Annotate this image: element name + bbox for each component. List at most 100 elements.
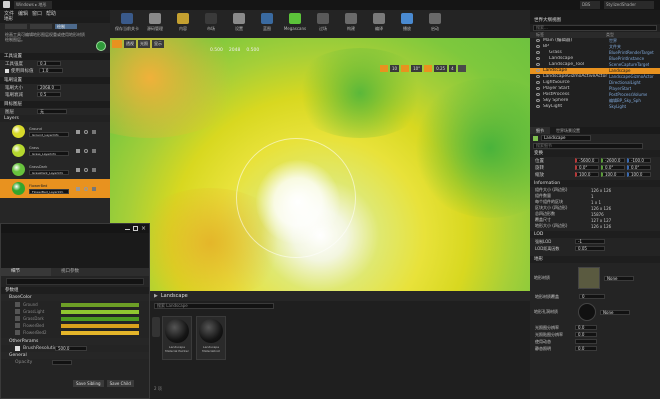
layer-info-asset[interactable]: FlowerBed_LayerInfo	[29, 188, 69, 194]
layer-browse-icon[interactable]	[76, 129, 80, 134]
tool-strength-input[interactable]: 0.3	[37, 61, 61, 66]
maximize-icon[interactable]	[132, 226, 138, 231]
lod-input[interactable]: -1	[575, 239, 605, 244]
paint-mode-button[interactable]: 绘制	[55, 24, 77, 29]
asset-tile[interactable]: Landscape Material Painter	[162, 316, 192, 360]
general-group-header[interactable]: General	[1, 352, 149, 359]
level-viewport[interactable]: 透视 光照 显示 0.500 2048 0.500 10 10° 0.25 4	[110, 38, 530, 291]
visibility-eye-icon[interactable]	[536, 93, 540, 96]
layer-delete-icon[interactable]	[92, 186, 96, 191]
viewport-options-icon[interactable]	[112, 40, 122, 48]
detail-input[interactable]: 0.0	[575, 325, 597, 330]
basecolor-group-header[interactable]: BaseColor	[1, 294, 149, 301]
layer-find-icon[interactable]	[84, 186, 88, 191]
toolbar-button-6[interactable]: Megascans	[282, 10, 308, 36]
layer-find-icon[interactable]	[84, 167, 88, 172]
transform-header[interactable]: 变换	[530, 150, 660, 157]
toolbar-button-2[interactable]: 内容	[170, 10, 196, 36]
information-header[interactable]: Information	[530, 180, 660, 187]
material-override-input[interactable]: 0	[579, 294, 605, 299]
save-child-button[interactable]: Save Child	[106, 380, 134, 387]
asset-tile[interactable]: Landscape MaterialInst	[196, 316, 226, 360]
manage-mode-button[interactable]	[5, 24, 27, 29]
window-tab[interactable]: Windows ▸ 地形	[14, 1, 52, 9]
layer-item[interactable]: FlowerBed FlowerBed_LayerInfo	[0, 179, 110, 198]
transform-x-input[interactable]: 100.0	[575, 172, 599, 177]
outliner-search-input[interactable]: 搜索...	[533, 25, 657, 31]
layer-browse-icon[interactable]	[76, 167, 80, 172]
param-checkbox[interactable]	[15, 316, 20, 321]
visibility-eye-icon[interactable]	[536, 51, 540, 54]
visibility-eye-icon[interactable]	[536, 39, 540, 42]
param-color-swatch[interactable]	[61, 330, 139, 335]
grid-snap-value[interactable]: 10	[390, 65, 400, 72]
layer-info-asset[interactable]: Grass_LayerInfo	[29, 150, 69, 156]
sculpt-mode-button[interactable]	[30, 24, 52, 29]
outliner-row[interactable]: SkyLight SkyLight	[530, 104, 660, 110]
hole-material-thumbnail[interactable]	[578, 303, 596, 321]
brush-settings-header[interactable]: 笔刷设置	[0, 77, 110, 84]
content-path[interactable]: Landscape	[161, 293, 188, 299]
layer-dropdown[interactable]: 无	[37, 109, 67, 114]
menu-edit[interactable]: 编辑	[18, 10, 28, 17]
layer-find-icon[interactable]	[84, 148, 88, 153]
target-layers-header[interactable]: 目标图层	[0, 101, 110, 108]
transform-z-input[interactable]: 100.0	[627, 172, 651, 177]
visibility-eye-icon[interactable]	[536, 81, 540, 84]
tab-details[interactable]: 细节	[1, 268, 51, 276]
param-groups-header[interactable]: 参数组	[1, 287, 149, 294]
visibility-eye-icon[interactable]	[536, 105, 540, 108]
transform-z-input[interactable]: -100.0	[627, 158, 651, 163]
layer-item[interactable]: Ground Ground_LayerInfo	[0, 122, 110, 141]
target-value-input[interactable]: 1.0	[39, 68, 63, 73]
layer-item[interactable]: Grass Grass_LayerInfo	[0, 141, 110, 160]
params-search-input[interactable]	[6, 278, 144, 285]
layer-info-asset[interactable]: GrassDark_LayerInfo	[29, 169, 69, 175]
transform-z-input[interactable]: 0.0°	[627, 165, 651, 170]
brush-resolution-checkbox[interactable]	[15, 346, 20, 351]
layer-info-asset[interactable]: Ground_LayerInfo	[29, 131, 69, 137]
layer-delete-icon[interactable]	[92, 148, 96, 153]
project-tab-shader[interactable]: StylizedShader	[604, 1, 654, 9]
param-color-swatch[interactable]	[61, 309, 139, 314]
tab-world-settings[interactable]: 世界场景设置	[550, 127, 586, 134]
rotation-snap-icon[interactable]	[401, 65, 410, 72]
layers-list-header[interactable]: Layers	[0, 115, 110, 122]
lit-button[interactable]: 光照	[138, 40, 150, 48]
content-search-input[interactable]: 搜索 Landscape	[154, 302, 274, 309]
menu-file[interactable]: 文件	[4, 10, 14, 17]
landscape-material-thumbnail[interactable]	[578, 267, 600, 289]
close-icon[interactable]: ×	[141, 225, 146, 232]
lod-input[interactable]: 0.05	[575, 246, 605, 251]
opacity-input[interactable]	[52, 360, 72, 365]
minimize-icon[interactable]	[124, 227, 130, 230]
param-color-swatch[interactable]	[61, 323, 139, 328]
other-params-header[interactable]: OtherParams	[1, 338, 149, 345]
menu-help[interactable]: 帮助	[46, 10, 56, 17]
brush-size-input[interactable]: 2068.0	[37, 85, 61, 90]
scale-snap-icon[interactable]	[424, 65, 433, 72]
layer-item[interactable]: GrassDark GrassDark_LayerInfo	[0, 160, 110, 179]
confirm-icon[interactable]	[96, 41, 106, 51]
actor-name-input[interactable]: Landscape	[541, 135, 591, 141]
param-checkbox[interactable]	[15, 309, 20, 314]
toolbar-button-4[interactable]: 设置	[226, 10, 252, 36]
camera-speed-value[interactable]: 4	[449, 65, 456, 72]
param-color-swatch[interactable]	[61, 316, 139, 321]
toolbar-button-8[interactable]: 构建	[338, 10, 364, 36]
save-sibling-button[interactable]: Save Sibling	[73, 380, 104, 387]
folder-arrow-icon[interactable]: ▶	[154, 293, 158, 299]
detail-input[interactable]: 0.0	[575, 346, 597, 351]
visibility-eye-icon[interactable]	[536, 57, 540, 60]
grid-snap-icon[interactable]	[380, 65, 388, 72]
layer-browse-icon[interactable]	[76, 186, 80, 191]
toolbar-button-11[interactable]: 启动	[422, 10, 448, 36]
brush-falloff-input[interactable]: 0.5	[37, 92, 61, 97]
landscape-section-header[interactable]: 地形	[530, 256, 660, 263]
detail-input[interactable]: 0.0	[575, 332, 597, 337]
transform-y-input[interactable]: 0.0°	[601, 165, 625, 170]
transform-y-input[interactable]: 100.0	[601, 172, 625, 177]
visibility-eye-icon[interactable]	[536, 63, 540, 66]
show-button[interactable]: 显示	[152, 40, 164, 48]
transform-y-input[interactable]: -2600.0	[601, 158, 625, 163]
